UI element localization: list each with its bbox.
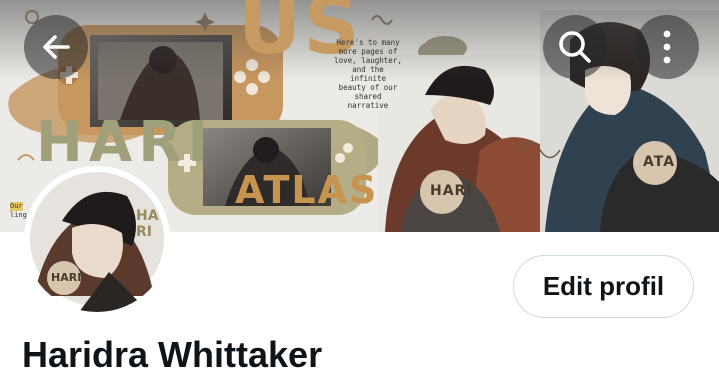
search-button[interactable]	[543, 15, 607, 79]
banner-caption-line: more pages of	[338, 47, 398, 56]
avatar-badge: HARI	[51, 271, 82, 284]
banner-badge-hari: HARI	[430, 183, 473, 199]
banner-word-hari: HARI	[36, 110, 215, 175]
more-vertical-icon	[663, 30, 671, 64]
banner-caption-line: beauty of our	[338, 83, 398, 92]
back-button[interactable]	[24, 15, 88, 79]
more-button[interactable]	[635, 15, 699, 79]
avatar[interactable]: HA RI HARI	[24, 166, 170, 312]
display-name: Haridra Whittaker	[22, 334, 323, 375]
banner-caption-line: love, laughter,	[334, 56, 402, 65]
search-icon	[559, 31, 591, 63]
avatar-side-text: HA RI	[136, 208, 159, 240]
banner-caption-line: narrative	[347, 101, 389, 110]
banner-caption: Here's to many more pages of love, laugh…	[332, 38, 404, 110]
banner-badge-ata: ATA	[643, 154, 676, 170]
banner-corner-line: Our	[10, 202, 23, 211]
banner-corner-text: Our ling	[10, 202, 27, 220]
banner-caption-line: and the infinite	[349, 65, 387, 83]
arrow-left-icon	[43, 35, 70, 59]
banner-word-atlas: ATLAS	[235, 168, 379, 212]
banner-corner-line: ling	[10, 211, 27, 219]
edit-profile-button[interactable]: Edit profil	[513, 255, 694, 318]
banner-caption-line: shared	[354, 92, 382, 101]
banner-caption-line: Here's to many	[336, 38, 400, 47]
